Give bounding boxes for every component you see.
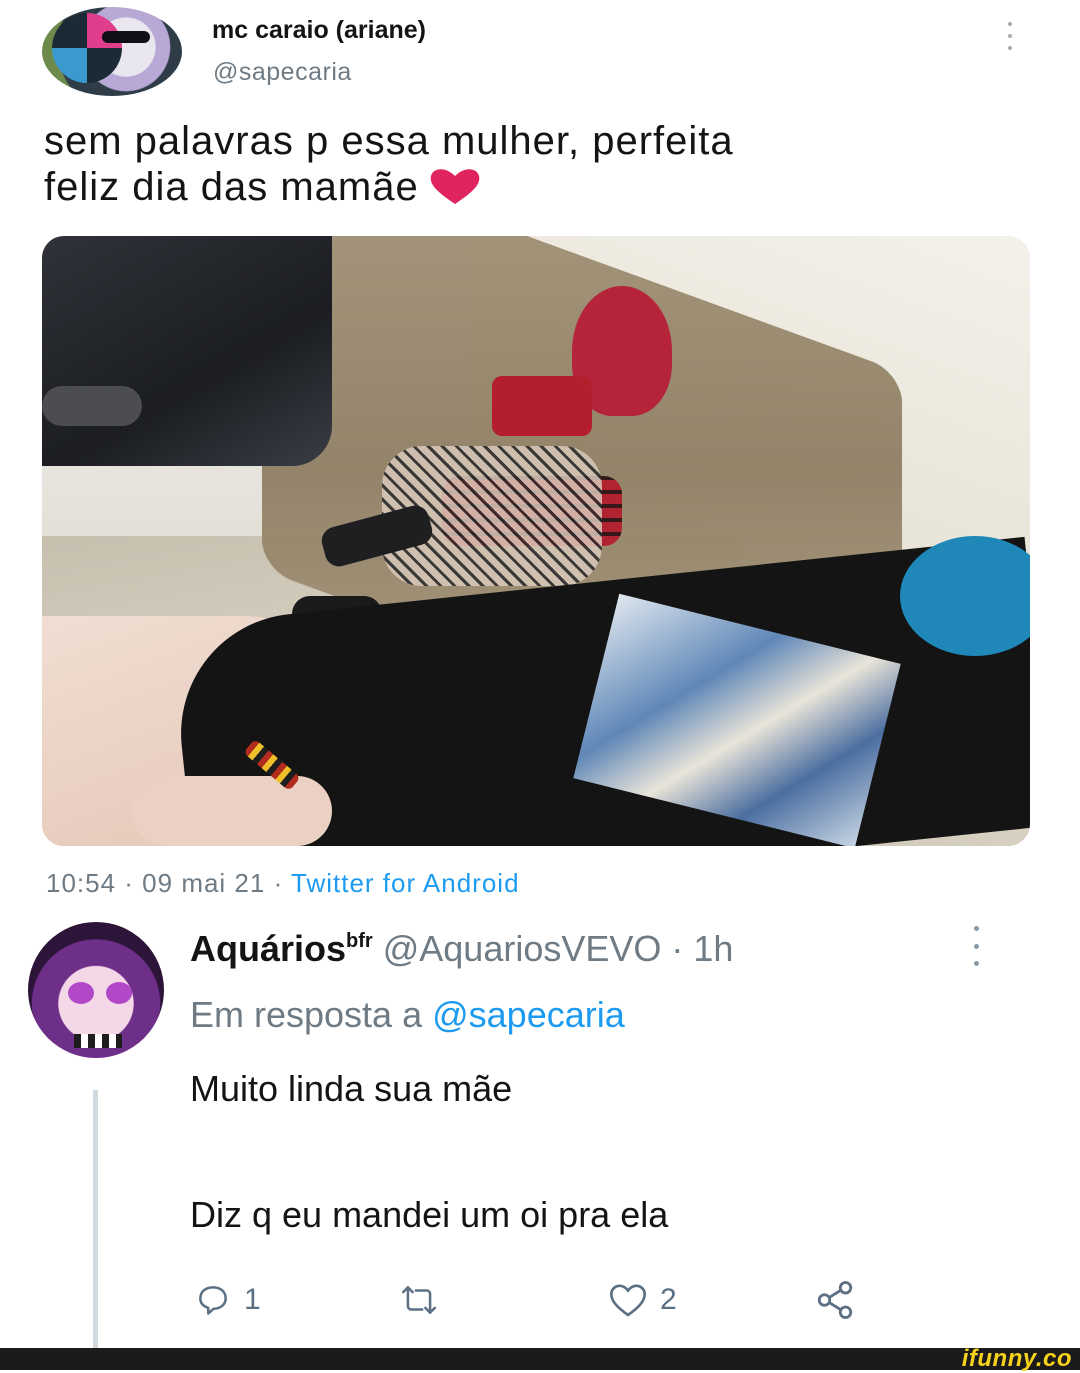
avatar-glasses	[102, 31, 150, 43]
heart-emoji	[430, 169, 480, 204]
thread-line	[93, 1090, 98, 1350]
tweet-meta: 10:54 · 09 mai 21 · Twitter for Android	[46, 868, 520, 899]
like-count: 2	[660, 1283, 677, 1316]
tweet-text-line2: feliz dia das mamãe	[44, 164, 1044, 210]
tweet-text: sem palavras p essa mulher, perfeita fel…	[44, 118, 1044, 210]
author-avatar[interactable]	[42, 7, 182, 96]
retweet-action-button[interactable]	[398, 1278, 440, 1322]
share-icon	[817, 1281, 853, 1319]
share-action-button[interactable]	[814, 1278, 856, 1322]
reply-to-mention[interactable]: @sapecaria	[432, 994, 625, 1035]
reply-body-line1: Muito linda sua mãe	[190, 1068, 513, 1109]
watermark-bar	[0, 1348, 1080, 1370]
reply-author-handle[interactable]: @AquariosVEVO	[383, 928, 662, 969]
reply-count: 1	[244, 1283, 261, 1316]
like-icon	[610, 1284, 646, 1317]
retweet-icon	[401, 1286, 437, 1314]
avatar-hair	[52, 13, 122, 83]
more-vertical-icon[interactable]	[1000, 22, 1020, 50]
like-action-button[interactable]: 2	[608, 1278, 677, 1322]
reply-icon	[199, 1286, 227, 1315]
reply-action-button[interactable]: 1	[194, 1278, 261, 1322]
tweet-text-line2-text: feliz dia das mamãe	[44, 165, 419, 209]
reply-header: Aquáriosbfr @AquariosVEVO · 1h	[190, 928, 733, 970]
author-name[interactable]: mc caraio (ariane)	[212, 16, 426, 45]
reply-time: · 1h	[661, 928, 734, 969]
tweet-photo[interactable]	[42, 236, 1030, 846]
reply-author-name[interactable]: Aquáriosbfr	[190, 928, 373, 969]
author-handle[interactable]: @sapecaria	[213, 58, 352, 87]
tweet-timestamp: 10:54 · 09 mai 21 ·	[46, 868, 291, 898]
reply-avatar[interactable]	[28, 922, 164, 1058]
tweet-source-link[interactable]: Twitter for Android	[291, 868, 520, 898]
reply-body-line2: Diz q eu mandei um oi pra ela	[190, 1194, 669, 1235]
ifunny-watermark: ifunny.co	[961, 1345, 1072, 1372]
tweet-text-line1: sem palavras p essa mulher, perfeita	[44, 119, 734, 163]
reply-to-line: Em resposta a @sapecaria	[190, 994, 625, 1035]
reply-more-vertical-icon[interactable]	[966, 926, 986, 966]
